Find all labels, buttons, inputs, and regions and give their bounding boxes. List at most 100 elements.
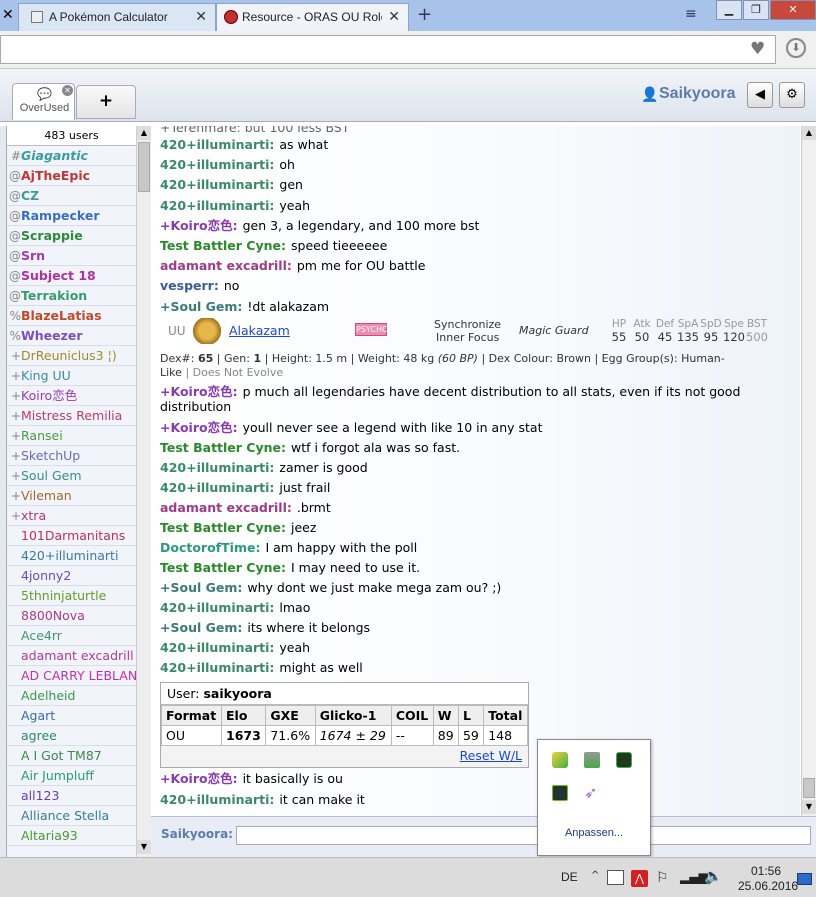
- clock[interactable]: 01:56 25.06.2016: [738, 864, 798, 894]
- show-hidden-icons-button[interactable]: ^: [591, 870, 599, 881]
- tab-list-icon[interactable]: ≡: [685, 6, 697, 22]
- address-bar[interactable]: [0, 35, 776, 64]
- user-list-item[interactable]: +SketchUp: [7, 446, 136, 466]
- message-author[interactable]: vesperr:: [160, 278, 219, 293]
- message-author[interactable]: +Soul Gem:: [160, 620, 242, 635]
- network-app-icon[interactable]: [552, 752, 568, 768]
- user-list-item[interactable]: +King UU: [7, 366, 136, 386]
- maximize-button[interactable]: ❐: [743, 0, 769, 20]
- close-room-icon[interactable]: ✕: [62, 85, 73, 96]
- user-list-item[interactable]: @Rampecker: [7, 206, 136, 226]
- message-author[interactable]: adamant excadrill:: [160, 258, 292, 273]
- message-author[interactable]: Test Battler Cyne:: [160, 238, 286, 253]
- scroll-up-arrow[interactable]: ▲: [802, 126, 816, 140]
- user-list-item[interactable]: Air Jumpluff: [7, 766, 136, 786]
- sync-app-icon[interactable]: [616, 752, 632, 768]
- scroll-thumb[interactable]: [138, 142, 150, 192]
- dex-pokemon-link[interactable]: Alakazam: [229, 323, 290, 338]
- customize-link[interactable]: Anpassen...: [538, 827, 650, 839]
- flag-icon[interactable]: ⚐: [656, 870, 669, 886]
- message-author[interactable]: 420+illuminarti:: [160, 198, 274, 213]
- message-author[interactable]: 420+illuminarti:: [160, 157, 274, 172]
- message-author[interactable]: +Koiro恋色:: [160, 384, 238, 399]
- user-list-item[interactable]: #Giagantic: [7, 146, 136, 166]
- message-author[interactable]: 420+illuminarti:: [160, 460, 274, 475]
- user-list-item[interactable]: %Wheezer: [7, 326, 136, 346]
- user-list-item[interactable]: 5thninjaturtle: [7, 586, 136, 606]
- show-desktop-icon[interactable]: [797, 873, 812, 885]
- feather-app-icon[interactable]: ➶: [584, 783, 597, 802]
- user-list-item[interactable]: Agart: [7, 706, 136, 726]
- message-author[interactable]: 420+illuminarti:: [160, 177, 274, 192]
- user-list-item[interactable]: +Vileman: [7, 486, 136, 506]
- bookmark-heart-icon[interactable]: ♥: [750, 39, 765, 59]
- user-list-item[interactable]: 8800Nova: [7, 606, 136, 626]
- nvidia-icon[interactable]: [552, 785, 568, 801]
- usb-safe-remove-icon[interactable]: [584, 752, 600, 768]
- user-list-item[interactable]: all123: [7, 786, 136, 806]
- message-author[interactable]: 420+illuminarti:: [160, 600, 274, 615]
- reset-wl-link[interactable]: Reset W/L: [460, 748, 522, 763]
- user-list-item[interactable]: +xtra: [7, 506, 136, 526]
- message-author[interactable]: 420+illuminarti:: [160, 792, 274, 807]
- user-list-item[interactable]: @Terrakion: [7, 286, 136, 306]
- user-list-item[interactable]: +DrReuniclus3 ¦): [7, 346, 136, 366]
- user-list-item[interactable]: 101Darmanitans: [7, 526, 136, 546]
- scroll-down-arrow[interactable]: ▼: [802, 800, 816, 814]
- download-icon[interactable]: ⬇: [786, 38, 806, 58]
- message-author[interactable]: +Koiro恋色:: [160, 218, 238, 233]
- add-room-button[interactable]: +: [76, 85, 136, 119]
- user-list-item[interactable]: @CZ: [7, 186, 136, 206]
- user-list-item[interactable]: @Srn: [7, 246, 136, 266]
- message-author[interactable]: 420+illuminarti:: [160, 660, 274, 675]
- user-list-item[interactable]: +Ransei: [7, 426, 136, 446]
- chat-message-input[interactable]: [236, 826, 811, 845]
- minimize-button[interactable]: ▁: [716, 0, 742, 20]
- user-list-item[interactable]: Adelheid: [7, 686, 136, 706]
- user-list-item[interactable]: 420+illuminarti: [7, 546, 136, 566]
- message-author[interactable]: Test Battler Cyne:: [160, 520, 286, 535]
- antivirus-icon[interactable]: ⋀: [631, 870, 648, 887]
- username-button[interactable]: Saikyoora: [659, 85, 735, 103]
- message-author[interactable]: DoctorofTime:: [160, 540, 260, 555]
- close-tab-icon[interactable]: ✕: [2, 7, 14, 23]
- user-list-item[interactable]: +Koiro恋色: [7, 386, 136, 406]
- user-list-item[interactable]: +Soul Gem: [7, 466, 136, 486]
- message-author[interactable]: 420+illuminarti:: [160, 640, 274, 655]
- user-list-item[interactable]: @Scrappie: [7, 226, 136, 246]
- user-list-item[interactable]: Alliance Stella: [7, 806, 136, 826]
- sound-button[interactable]: ◀: [747, 82, 773, 108]
- message-author[interactable]: adamant excadrill:: [160, 500, 292, 515]
- user-list-item[interactable]: +Mistress Remilia: [7, 406, 136, 426]
- message-author[interactable]: 420+illuminarti:: [160, 480, 274, 495]
- message-author[interactable]: 420+illuminarti:: [160, 137, 274, 152]
- message-author[interactable]: +Soul Gem:: [160, 299, 242, 314]
- scroll-thumb[interactable]: [803, 778, 815, 798]
- new-tab-button[interactable]: +: [417, 4, 432, 25]
- close-tab-icon[interactable]: ✕: [195, 8, 207, 25]
- user-list-item[interactable]: agree: [7, 726, 136, 746]
- user-list-item[interactable]: %BlazeLatias: [7, 306, 136, 326]
- browser-tab-calculator[interactable]: A Pokémon Calculator ✕: [18, 3, 216, 31]
- language-indicator[interactable]: DE: [561, 870, 578, 884]
- user-list-item[interactable]: 4jonny2: [7, 566, 136, 586]
- user-list-item[interactable]: AD CARRY LEBLANC: [7, 666, 136, 686]
- user-list-item[interactable]: @AjTheEpic: [7, 166, 136, 186]
- options-button[interactable]: ⚙: [779, 82, 805, 108]
- message-author[interactable]: +Koiro恋色:: [160, 420, 238, 435]
- user-list-item[interactable]: adamant excadrill: [7, 646, 136, 666]
- chat-scrollbar[interactable]: ▲ ▼: [801, 126, 816, 816]
- tab-overused[interactable]: 💬 ✕ OverUsed: [12, 83, 75, 120]
- message-author[interactable]: +Soul Gem:: [160, 580, 242, 595]
- close-window-button[interactable]: ✕: [770, 0, 816, 20]
- browser-tab-resource[interactable]: Resource - ORAS OU Role Co ✕: [216, 3, 409, 31]
- message-author[interactable]: Test Battler Cyne:: [160, 440, 286, 455]
- user-list-item[interactable]: Altaria93: [7, 826, 136, 846]
- scroll-down-arrow[interactable]: ▼: [137, 840, 151, 854]
- volume-icon[interactable]: 🔈: [704, 867, 723, 885]
- user-list-item[interactable]: A I Got TM87: [7, 746, 136, 766]
- message-author[interactable]: +Koiro恋色:: [160, 771, 238, 786]
- user-list-scrollbar[interactable]: ▲ ▼: [136, 126, 151, 857]
- close-tab-icon[interactable]: ✕: [388, 8, 400, 25]
- message-author[interactable]: Test Battler Cyne:: [160, 560, 286, 575]
